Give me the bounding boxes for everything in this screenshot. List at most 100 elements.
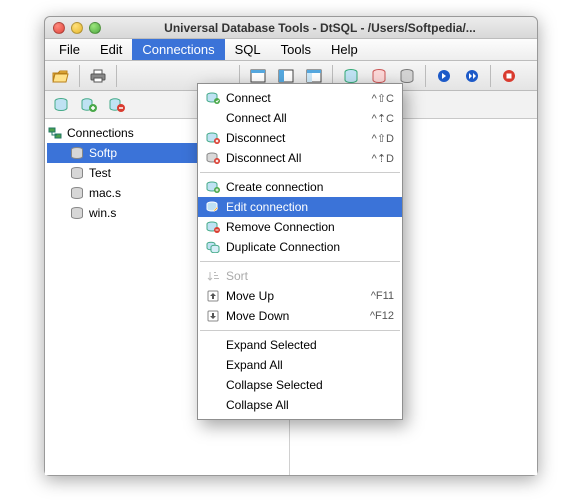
menu-disconnect-all[interactable]: Disconnect All ^⇡D xyxy=(198,148,402,168)
print-button[interactable] xyxy=(86,64,110,88)
create-icon xyxy=(206,181,220,193)
menu-label: Create connection xyxy=(222,180,394,194)
database-plus-icon xyxy=(80,97,98,113)
database-icon xyxy=(69,146,85,160)
menu-disconnect[interactable]: Disconnect ^⇧D xyxy=(198,128,402,148)
menu-move-up[interactable]: Move Up ^F11 xyxy=(198,286,402,306)
stop-icon xyxy=(502,69,516,83)
menu-separator xyxy=(200,261,400,262)
menu-label: Sort xyxy=(222,269,394,283)
shortcut: ^F12 xyxy=(370,310,394,322)
menu-separator xyxy=(200,330,400,331)
toolbar-separator xyxy=(490,65,491,87)
menu-move-down[interactable]: Move Down ^F12 xyxy=(198,306,402,326)
menu-edit-connection[interactable]: Edit connection xyxy=(198,197,402,217)
layout-icon xyxy=(306,69,322,83)
app-window: Universal Database Tools - DtSQL - /User… xyxy=(44,16,538,476)
nav-back-button[interactable] xyxy=(432,64,456,88)
menu-separator xyxy=(200,172,400,173)
duplicate-icon xyxy=(206,241,220,253)
toolbar-separator xyxy=(116,65,117,87)
database-icon xyxy=(69,166,85,180)
menu-help[interactable]: Help xyxy=(321,39,368,60)
minimize-window-button[interactable] xyxy=(71,22,83,34)
folder-open-icon xyxy=(52,69,70,83)
menu-label: Edit connection xyxy=(222,200,394,214)
database-minus-icon xyxy=(108,97,126,113)
shortcut: ^⇡D xyxy=(372,152,394,165)
database-icon xyxy=(69,206,85,220)
disconnect-all-icon xyxy=(206,152,220,164)
tree-item-label: Softp xyxy=(89,146,117,160)
menubar: File Edit Connections SQL Tools Help xyxy=(45,39,537,61)
menu-collapse-selected[interactable]: Collapse Selected xyxy=(198,375,402,395)
tree-item-label: mac.s xyxy=(89,186,121,200)
window-controls xyxy=(53,22,101,34)
close-window-button[interactable] xyxy=(53,22,65,34)
menu-label: Expand All xyxy=(222,358,394,372)
menu-collapse-all[interactable]: Collapse All xyxy=(198,395,402,415)
menu-label: Disconnect All xyxy=(222,151,372,165)
db-btn-add[interactable] xyxy=(77,93,101,117)
menu-label: Remove Connection xyxy=(222,220,394,234)
menu-remove-connection[interactable]: Remove Connection xyxy=(198,217,402,237)
menu-label: Move Up xyxy=(222,289,371,303)
printer-icon xyxy=(89,68,107,84)
shortcut: ^⇧D xyxy=(372,132,394,145)
db-btn1[interactable] xyxy=(49,93,73,117)
stop-button[interactable] xyxy=(497,64,521,88)
toolbar-separator xyxy=(425,65,426,87)
connect-icon xyxy=(206,92,220,104)
menu-label: Disconnect xyxy=(222,131,372,145)
window-title: Universal Database Tools - DtSQL - /User… xyxy=(111,21,529,35)
layout-icon xyxy=(250,69,266,83)
edit-icon xyxy=(206,201,220,213)
menu-label: Move Down xyxy=(222,309,370,323)
menu-expand-all[interactable]: Expand All xyxy=(198,355,402,375)
database-icon xyxy=(343,68,359,84)
nav-fwd-button[interactable] xyxy=(460,64,484,88)
titlebar: Universal Database Tools - DtSQL - /User… xyxy=(45,17,537,39)
tree-item-label: Test xyxy=(89,166,111,180)
database-icon xyxy=(69,186,85,200)
menu-sql[interactable]: SQL xyxy=(225,39,271,60)
tree-item-label: win.s xyxy=(89,206,116,220)
arrow-up-icon xyxy=(207,290,219,302)
menu-label: Collapse All xyxy=(222,398,394,412)
menu-label: Expand Selected xyxy=(222,338,394,352)
menu-expand-selected[interactable]: Expand Selected xyxy=(198,335,402,355)
connections-dropdown: Connect ^⇧C Connect All ^⇡C Disconnect ^… xyxy=(197,83,403,420)
menu-create-connection[interactable]: Create connection xyxy=(198,177,402,197)
toolbar-separator xyxy=(79,65,80,87)
db-btn-remove[interactable] xyxy=(105,93,129,117)
menu-file[interactable]: File xyxy=(49,39,90,60)
menu-sort: Sort xyxy=(198,266,402,286)
menu-label: Connect xyxy=(222,91,372,105)
circle-arrow-right-icon xyxy=(437,69,451,83)
shortcut: ^F11 xyxy=(371,290,394,302)
menu-connections[interactable]: Connections xyxy=(132,39,224,60)
menu-connect[interactable]: Connect ^⇧C xyxy=(198,88,402,108)
menu-tools[interactable]: Tools xyxy=(271,39,321,60)
sort-icon xyxy=(206,270,220,282)
tree-root-label: Connections xyxy=(67,126,134,140)
open-folder-button[interactable] xyxy=(49,64,73,88)
connections-root-icon xyxy=(47,126,63,140)
shortcut: ^⇧C xyxy=(372,92,394,105)
menu-edit[interactable]: Edit xyxy=(90,39,132,60)
database-icon xyxy=(53,97,69,113)
disconnect-icon xyxy=(206,132,220,144)
layout-icon xyxy=(278,69,294,83)
menu-connect-all[interactable]: Connect All ^⇡C xyxy=(198,108,402,128)
remove-icon xyxy=(206,221,220,233)
shortcut: ^⇡C xyxy=(372,112,394,125)
circle-double-arrow-icon xyxy=(465,69,479,83)
database-icon xyxy=(399,68,415,84)
zoom-window-button[interactable] xyxy=(89,22,101,34)
menu-label: Duplicate Connection xyxy=(222,240,394,254)
database-icon xyxy=(371,68,387,84)
menu-duplicate-connection[interactable]: Duplicate Connection xyxy=(198,237,402,257)
arrow-down-icon xyxy=(207,310,219,322)
menu-label: Connect All xyxy=(222,111,372,125)
menu-label: Collapse Selected xyxy=(222,378,394,392)
